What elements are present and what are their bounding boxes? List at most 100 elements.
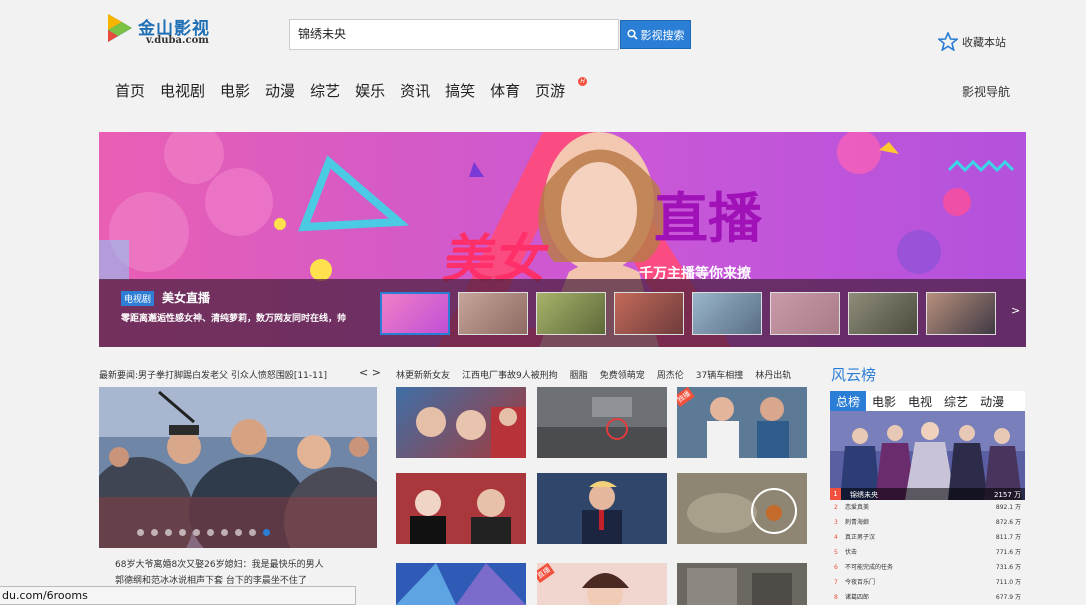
rank-title: 刺青海娘	[845, 519, 870, 526]
news-main-image[interactable]	[99, 387, 377, 548]
tab-tv[interactable]: 电视	[902, 391, 938, 411]
tile-thumbnail	[537, 563, 667, 605]
banner-thumb[interactable]	[770, 292, 840, 335]
nav-variety[interactable]: 综艺	[310, 80, 340, 101]
carousel-dot[interactable]	[137, 529, 144, 536]
tile-thumbnail	[396, 563, 526, 605]
search-icon	[626, 29, 638, 40]
ranking-row[interactable]: 3 刺青海娘 872.6 万	[830, 515, 1025, 530]
rank-num: 4	[834, 534, 838, 541]
hot-tag[interactable]: 江西电厂事故9人被刑拘	[462, 368, 558, 381]
banner-thumb[interactable]	[926, 292, 996, 335]
banner-thumb[interactable]	[380, 292, 450, 335]
nav-funny[interactable]: 搞笑	[445, 80, 475, 101]
tile-thumbnail	[677, 387, 807, 458]
hot-tag[interactable]: 林丹出轨	[755, 368, 791, 381]
video-tile[interactable]	[537, 473, 667, 544]
news-headline[interactable]: 最新要闻:男子拳打脚踢白发老父 引众人愤怒围殴[11-11]	[99, 368, 359, 381]
logo-domain: v.duba.com	[146, 35, 209, 46]
nav-movie[interactable]: 电影	[220, 80, 250, 101]
ranking-row[interactable]: 5 伏击 771.6 万	[830, 545, 1025, 560]
video-tile[interactable]	[677, 563, 807, 605]
search-button[interactable]: 影视搜索	[620, 20, 691, 49]
news-next-arrow[interactable]: >	[372, 366, 381, 379]
rank-title: 真正男子汉	[845, 534, 876, 541]
carousel-dot[interactable]	[165, 529, 172, 536]
hot-tag[interactable]: 林更新新女友	[396, 368, 450, 381]
nav-entertainment[interactable]: 娱乐	[355, 80, 385, 101]
nav-news[interactable]: 资讯	[400, 80, 430, 101]
rank-title: 不可能完成的任务	[845, 564, 894, 571]
banner-thumb[interactable]	[536, 292, 606, 335]
rank-value: 711.0 万	[995, 579, 1021, 586]
nav-guide-link[interactable]: 影视导航	[962, 83, 1010, 100]
news-caption-2[interactable]: 郭德纲和范冰冰说相声下套 台下的李晨坐不住了	[115, 573, 307, 586]
banner-thumbnails	[380, 292, 996, 335]
carousel-dot[interactable]	[207, 529, 214, 536]
video-tile[interactable]	[396, 563, 526, 605]
carousel-dot[interactable]	[235, 529, 242, 536]
nav-tv[interactable]: 电视剧	[160, 80, 205, 101]
ranking-top-title: 锦绣未央	[850, 491, 878, 499]
rank-num: 8	[834, 594, 838, 601]
carousel-dot[interactable]	[249, 529, 256, 536]
hot-tag[interactable]: 免费领萌宠	[600, 368, 645, 381]
ranking-top-image[interactable]: 1 锦绣未央 2157 万	[830, 411, 1025, 500]
rank-value: 731.6 万	[995, 564, 1021, 571]
ranking-row[interactable]: 4 真正男子汉 811.7 万	[830, 530, 1025, 545]
tab-movie[interactable]: 电影	[866, 391, 902, 411]
hero-banner[interactable]: 美女 直播 千万主播等你来撩 电视剧 美女直播 零距离邂逅性感女神、清纯萝莉，数…	[99, 132, 1026, 347]
hot-tag[interactable]: 周杰伦	[657, 368, 684, 381]
tile-thumbnail	[396, 473, 526, 544]
nav-webgame[interactable]: 页游 H	[535, 77, 588, 101]
rank-value: 771.6 万	[995, 549, 1021, 556]
tab-variety[interactable]: 综艺	[938, 391, 974, 411]
video-tile[interactable]	[537, 387, 667, 458]
nav-sports[interactable]: 体育	[490, 80, 520, 101]
carousel-dot[interactable]	[151, 529, 158, 536]
video-tile[interactable]: 独播	[677, 387, 807, 458]
nav-home[interactable]: 首页	[115, 80, 145, 101]
banner-next-arrow[interactable]: >	[1011, 304, 1020, 317]
carousel-dot[interactable]	[193, 529, 200, 536]
banner-title[interactable]: 美女直播	[162, 289, 210, 306]
ranking-row[interactable]: 6 不可能完成的任务 731.6 万	[830, 560, 1025, 575]
ranking-row[interactable]: 8 诸葛四郎 677.9 万	[830, 590, 1025, 605]
site-logo[interactable]: 金山影视 v.duba.com	[106, 12, 216, 48]
video-tile[interactable]	[396, 473, 526, 544]
ranking-top-poster	[830, 411, 1025, 500]
news-photo	[99, 387, 377, 548]
tab-all[interactable]: 总榜	[830, 391, 867, 411]
rank-title: 诸葛四郎	[845, 594, 870, 601]
ranking-row[interactable]: 2 恋爱真美 892.1 万	[830, 500, 1025, 515]
hot-tag[interactable]: 胭脂	[570, 368, 588, 381]
tile-thumbnail	[677, 473, 807, 544]
ranking-row[interactable]: 7 今夜百乐门 711.0 万	[830, 575, 1025, 590]
nav-anime[interactable]: 动漫	[265, 80, 295, 101]
search-input[interactable]: 锦绣未央	[289, 19, 619, 50]
rank-title: 伏击	[845, 549, 858, 556]
banner-thumb[interactable]	[458, 292, 528, 335]
news-caption-1[interactable]: 68岁大爷离婚8次又娶26岁媳妇：我是最快乐的男人	[115, 557, 324, 570]
carousel-dot[interactable]	[179, 529, 186, 536]
news-prev-arrow[interactable]: <	[359, 366, 368, 379]
ranking-top-bar: 1 锦绣未央 2157 万	[830, 488, 1025, 500]
tile-thumbnail	[537, 473, 667, 544]
rank-value: 892.1 万	[995, 504, 1021, 511]
video-tile[interactable]	[677, 473, 807, 544]
carousel-dot[interactable]	[221, 529, 228, 536]
rank-value: 811.7 万	[995, 534, 1021, 541]
rank-value: 677.9 万	[995, 594, 1021, 601]
hot-tag[interactable]: 37辆车相撞	[696, 368, 743, 381]
search-button-label: 影视搜索	[640, 28, 685, 42]
banner-thumb[interactable]	[614, 292, 684, 335]
banner-thumb[interactable]	[848, 292, 918, 335]
video-tile[interactable]: 直播	[537, 563, 667, 605]
carousel-dot-active[interactable]	[263, 529, 270, 536]
banner-description: 零距离邂逅性感女神、清纯萝莉，数万网友同时在线，帅	[121, 314, 347, 324]
video-tile[interactable]	[396, 387, 526, 458]
ranking-title: 风云榜	[831, 366, 877, 384]
banner-thumb[interactable]	[692, 292, 762, 335]
favorite-link[interactable]: 收藏本站	[938, 32, 1006, 51]
tab-anime[interactable]: 动漫	[974, 391, 1010, 411]
